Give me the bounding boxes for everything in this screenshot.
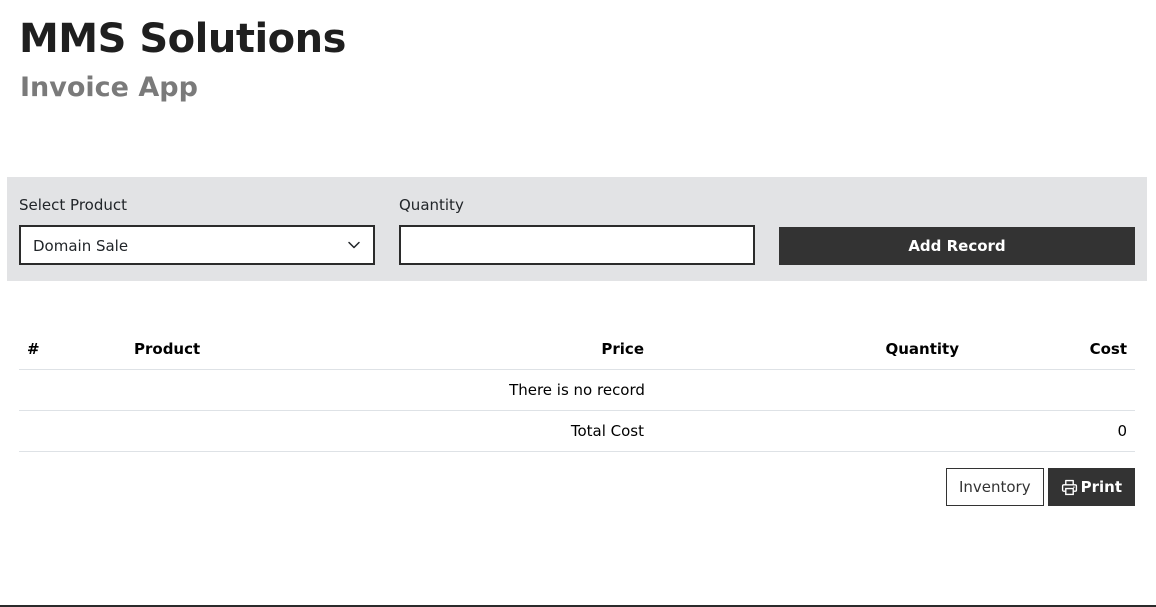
- page-title: MMS Solutions: [19, 16, 346, 62]
- column-header-quantity: Quantity: [652, 328, 967, 370]
- total-cost-value: 0: [652, 410, 1135, 452]
- table-header-row: # Product Price Quantity Cost: [19, 328, 1135, 370]
- product-select-value: Domain Sale: [33, 237, 129, 255]
- empty-row: There is no record: [19, 369, 1135, 411]
- records-table: # Product Price Quantity Cost There is n…: [19, 328, 1135, 452]
- inventory-button[interactable]: Inventory: [945, 468, 1044, 506]
- quantity-input[interactable]: [399, 225, 755, 265]
- empty-message: There is no record: [19, 369, 1135, 411]
- print-button-label: Print: [1080, 478, 1122, 496]
- add-record-button[interactable]: Add Record: [779, 227, 1135, 265]
- page-subtitle: Invoice App: [20, 72, 198, 103]
- column-header-product: Product: [126, 328, 439, 370]
- total-row: Total Cost 0: [19, 410, 1135, 452]
- select-product-label: Select Product: [19, 196, 127, 214]
- total-cost-label: Total Cost: [19, 410, 652, 452]
- printer-icon: [1061, 479, 1077, 495]
- action-buttons: Inventory Print: [945, 468, 1135, 506]
- add-record-form: Select Product Domain Sale Quantity Add …: [7, 177, 1147, 281]
- column-header-cost: Cost: [967, 328, 1135, 370]
- quantity-label: Quantity: [399, 196, 464, 214]
- product-select[interactable]: Domain Sale: [19, 225, 375, 265]
- print-button[interactable]: Print: [1047, 468, 1135, 506]
- column-header-number: #: [19, 328, 126, 370]
- column-header-price: Price: [439, 328, 652, 370]
- chevron-down-icon: [348, 241, 360, 249]
